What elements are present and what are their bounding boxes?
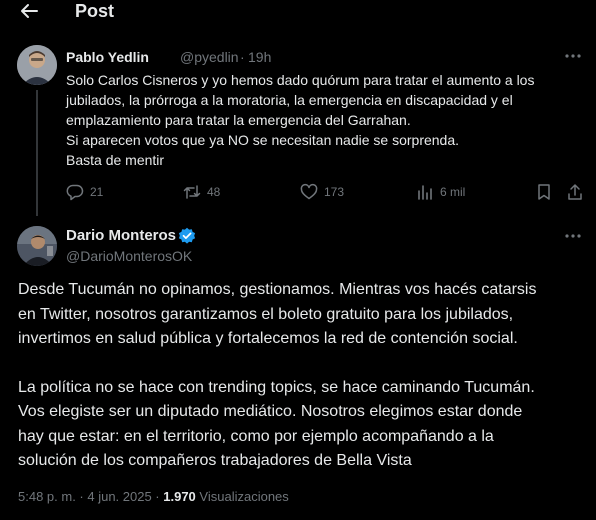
reply-count: 21 [90,185,104,199]
text-line: en Twitter, nosotros garantizamos el bol… [18,305,514,323]
views-total: 1.970 [163,489,196,504]
like-icon [300,183,318,200]
author-handle[interactable]: @DarioMonterosOK [66,248,192,264]
text-line: emplazamiento para tratar la emergencia … [66,112,411,128]
views-label: Visualizaciones [195,489,289,504]
text-line: solución de los compañeros trabajadores … [18,452,412,469]
text-line: Desde Tucumán no opinamos, gestionamos. … [18,281,537,298]
text-line: invertimos en salud pública y fortalecem… [18,330,518,347]
avatar-pablo-yedlin[interactable] [17,45,57,85]
retweet-icon [183,185,201,199]
text-line: Si aparecen votos que ya NO se necesitan… [66,132,460,148]
text-line: Basta de mentir [66,152,165,168]
text-line: jubilados, la prórroga a la moratoria, l… [66,92,513,108]
more-icon [565,234,581,238]
author-handle[interactable]: @pyedlin [180,49,239,65]
retweet-button[interactable]: 48 [183,182,220,202]
text-line: Solo Carlos Cisneros y yo hemos dado quó… [66,72,535,88]
back-arrow-icon [21,4,38,18]
verified-badge-icon [178,227,196,244]
more-options-button[interactable] [563,228,583,244]
post-timestamp[interactable]: 5:48 p. m. · 4 jun. 2025 · [18,489,163,504]
author-name[interactable]: Pablo Yedlin [66,49,149,65]
text-line: Vos elegiste ser un diputado mediático. … [18,403,523,420]
author-name[interactable]: Dario Monteros [66,227,176,244]
avatar-dario-monteros[interactable] [17,226,57,266]
retweet-count: 48 [207,185,221,199]
reply-button[interactable]: 21 [66,182,103,202]
text-line: La política no se hace con trending topi… [18,378,535,396]
views-icon [418,185,432,200]
like-button[interactable]: 173 [300,182,344,202]
reply-icon [66,184,84,201]
bookmark-button[interactable] [535,182,553,202]
top-bar: Post [0,0,596,26]
text-line: hay que estar: en el territorio, como po… [18,427,494,445]
views-button[interactable]: 6 mil [416,182,465,202]
verified-badge [178,227,196,245]
views-count: 6 mil [440,185,466,199]
page-title: Post [75,1,115,21]
share-icon [568,184,582,200]
more-icon [565,54,581,58]
quoted-tweet-text: Solo Carlos Cisneros y yo hemos dado quó… [66,70,581,170]
post-meta: 5:48 p. m. · 4 jun. 2025 · 1.970 Visuali… [18,489,289,504]
post-time[interactable]: 19h [248,49,271,65]
separator-dot: · [240,49,245,65]
more-options-button[interactable] [563,48,583,64]
thread-line [36,90,38,216]
share-button[interactable] [566,182,584,202]
bookmark-icon [538,184,550,200]
main-tweet-text: Desde Tucumán no opinamos, gestionamos. … [18,278,583,474]
back-button[interactable] [18,0,40,22]
like-count: 173 [324,185,345,199]
